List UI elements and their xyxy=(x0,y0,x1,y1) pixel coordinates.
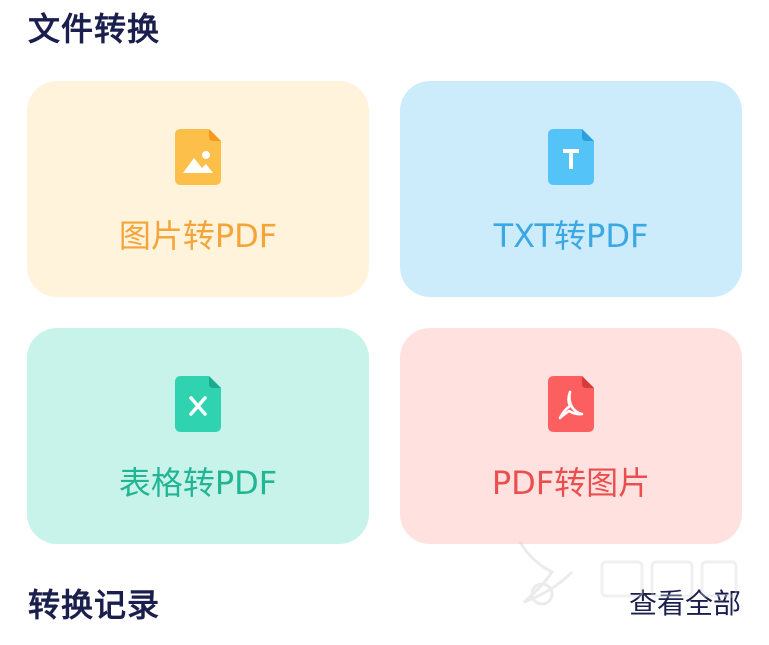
txt-to-pdf-card[interactable]: TXT转PDF xyxy=(400,81,742,297)
image-to-pdf-label: 图片转PDF xyxy=(118,217,278,255)
pdf-to-image-label: PDF转图片 xyxy=(491,464,651,502)
history-section-title: 转换记录 xyxy=(28,586,161,624)
watermark-logo xyxy=(518,541,738,606)
image-file-icon xyxy=(175,129,221,185)
file-convert-section-title: 文件转换 xyxy=(28,10,161,48)
pdf-to-image-card[interactable]: PDF转图片 xyxy=(400,328,742,544)
spreadsheet-to-pdf-label: 表格转PDF xyxy=(118,464,278,502)
spreadsheet-file-icon xyxy=(175,376,221,432)
image-to-pdf-card[interactable]: 图片转PDF xyxy=(27,81,369,297)
text-file-icon xyxy=(548,129,594,185)
file-convert-page: 文件转换 图片转PDF TXT转PDF 表格转PDF PDF转图片 转换记录 查… xyxy=(0,0,769,645)
spreadsheet-to-pdf-card[interactable]: 表格转PDF xyxy=(27,328,369,544)
txt-to-pdf-label: TXT转PDF xyxy=(493,217,649,255)
pdf-file-icon xyxy=(548,376,594,432)
